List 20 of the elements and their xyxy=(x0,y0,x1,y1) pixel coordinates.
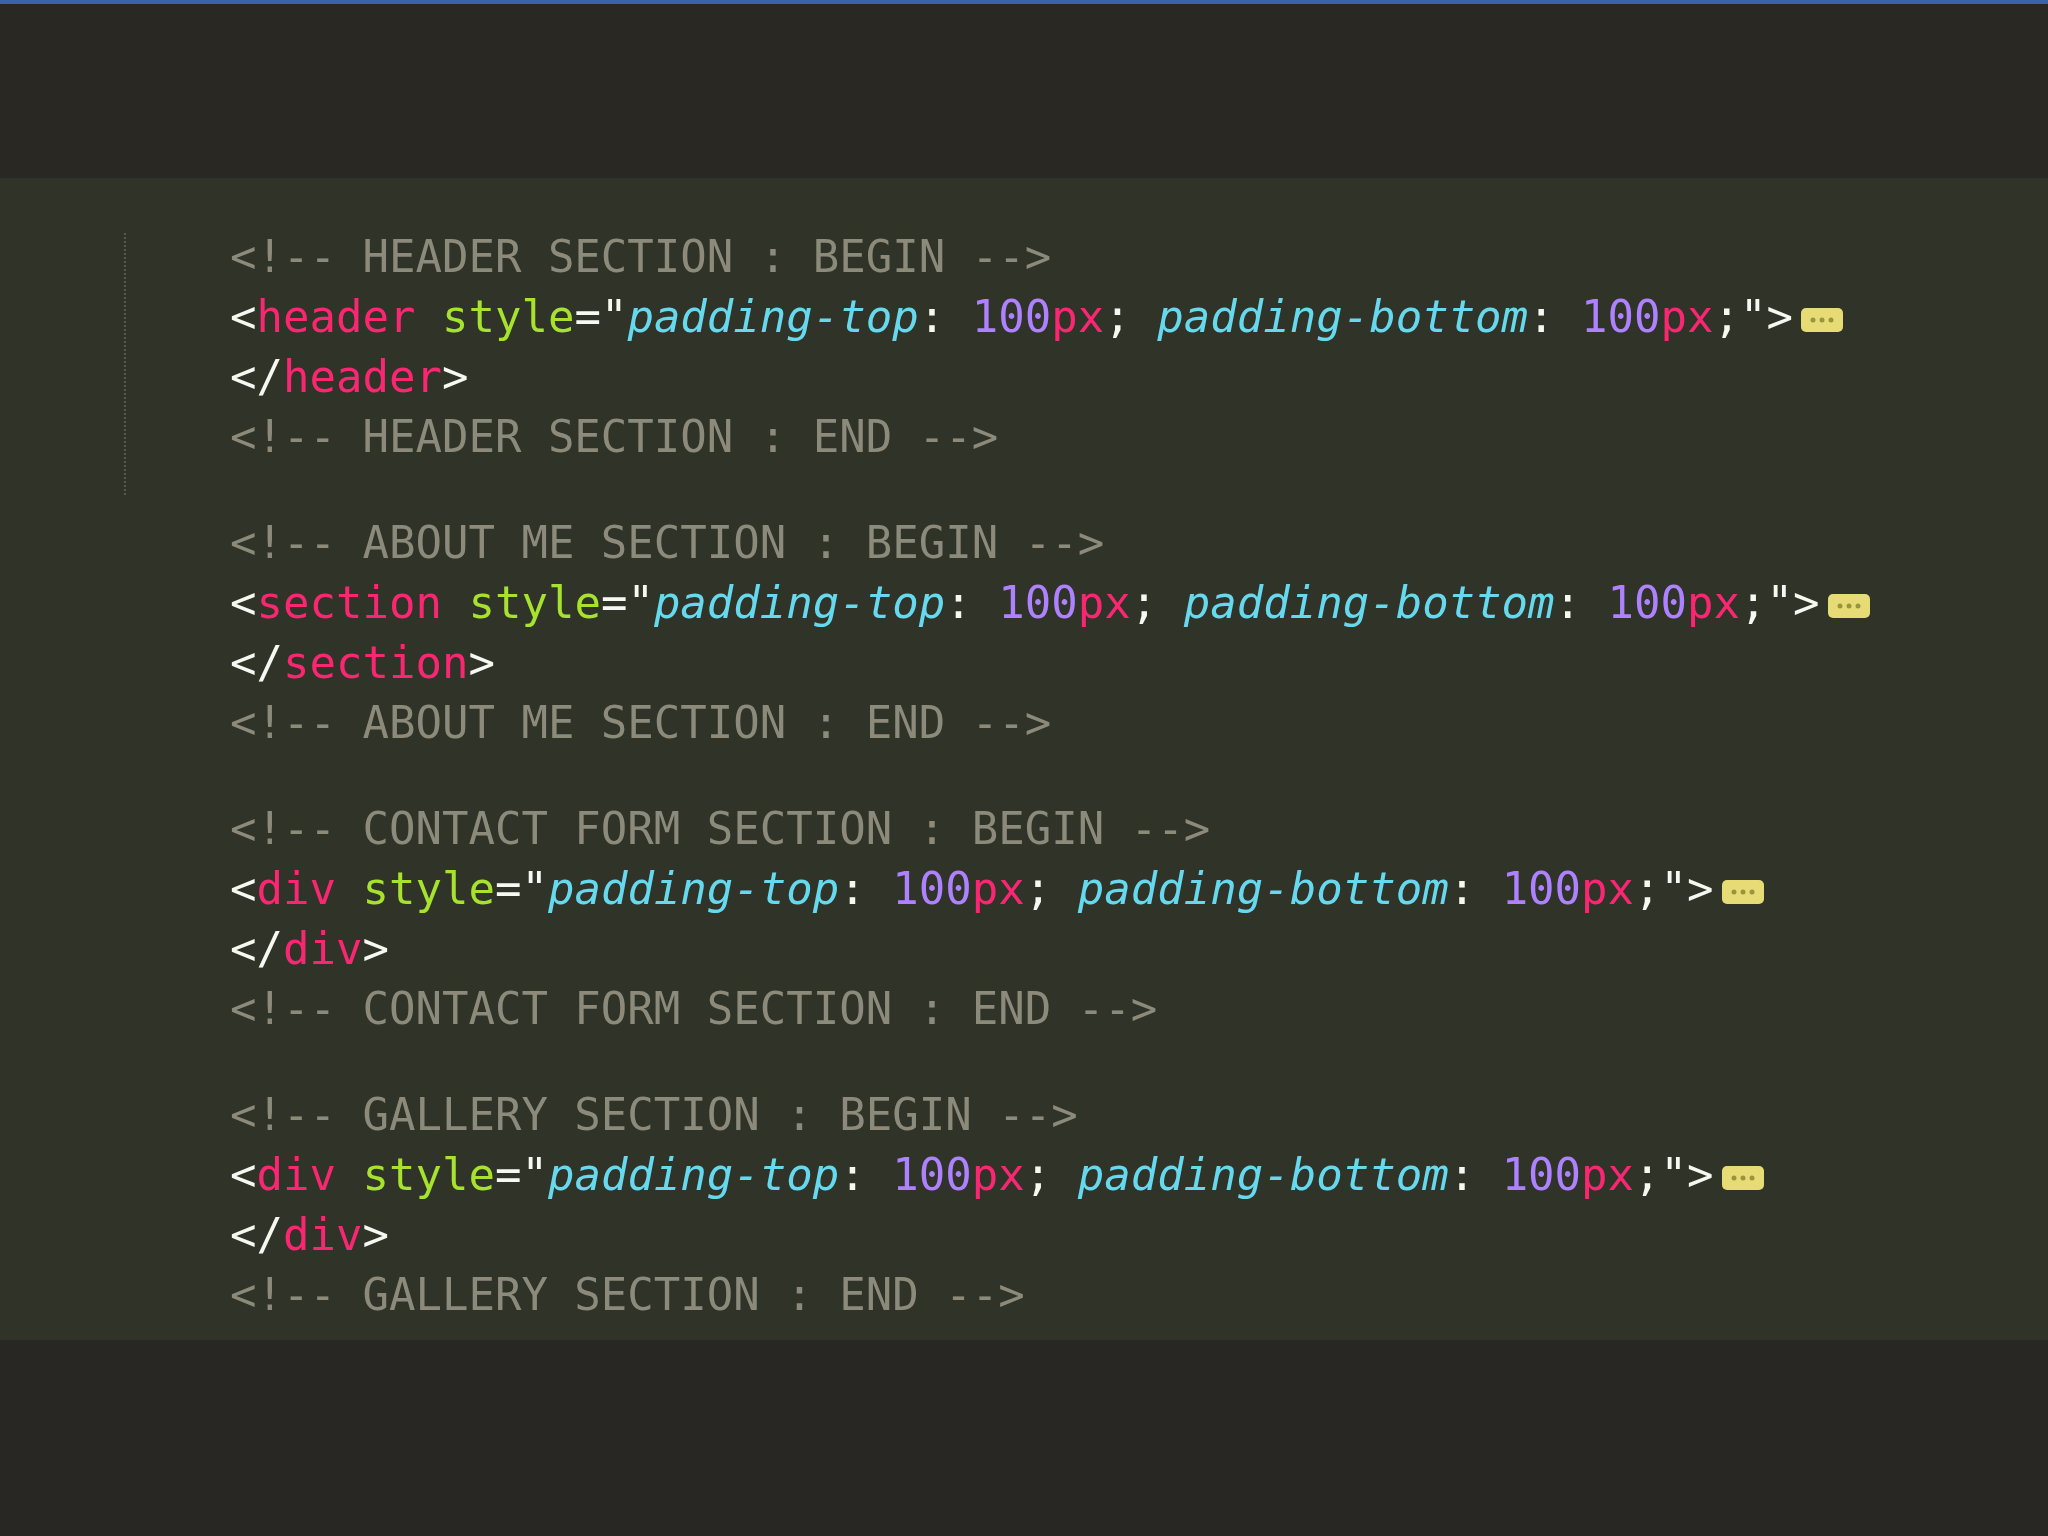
code-line: </section> xyxy=(230,637,495,688)
code-comment: <!-- HEADER SECTION : BEGIN --> xyxy=(230,231,1052,282)
code-line: <div style="padding-top: 100px; padding-bottom: 100px;"> xyxy=(230,1149,1714,1200)
code-line: </header> xyxy=(230,351,469,402)
code-line: <div style="padding-top: 100px; padding-bottom: 100px;"> xyxy=(230,863,1714,914)
code-line: </div> xyxy=(230,1209,389,1260)
code-comment: <!-- ABOUT ME SECTION : END --> xyxy=(230,697,1052,748)
code-comment: <!-- GALLERY SECTION : BEGIN --> xyxy=(230,1089,1078,1140)
code-line: <header style="padding-top: 100px; padding-bottom: 100px;"> xyxy=(230,291,1794,342)
code-line: <section style="padding-top: 100px; padding-bottom: 100px;"> xyxy=(230,577,1820,628)
code-comment: <!-- CONTACT FORM SECTION : BEGIN --> xyxy=(230,803,1211,854)
fold-ellipsis-icon[interactable] xyxy=(1827,594,1870,618)
code-comment: <!-- ABOUT ME SECTION : BEGIN --> xyxy=(230,517,1105,568)
fold-ellipsis-icon[interactable] xyxy=(1721,1166,1764,1190)
code-comment: <!-- CONTACT FORM SECTION : END --> xyxy=(230,983,1158,1034)
code-comment: <!-- HEADER SECTION : END --> xyxy=(230,411,999,462)
fold-ellipsis-icon[interactable] xyxy=(1721,880,1764,904)
fold-ellipsis-icon[interactable] xyxy=(1801,308,1844,332)
code-comment: <!-- GALLERY SECTION : END --> xyxy=(230,1269,1025,1320)
code-line: </div> xyxy=(230,923,389,974)
